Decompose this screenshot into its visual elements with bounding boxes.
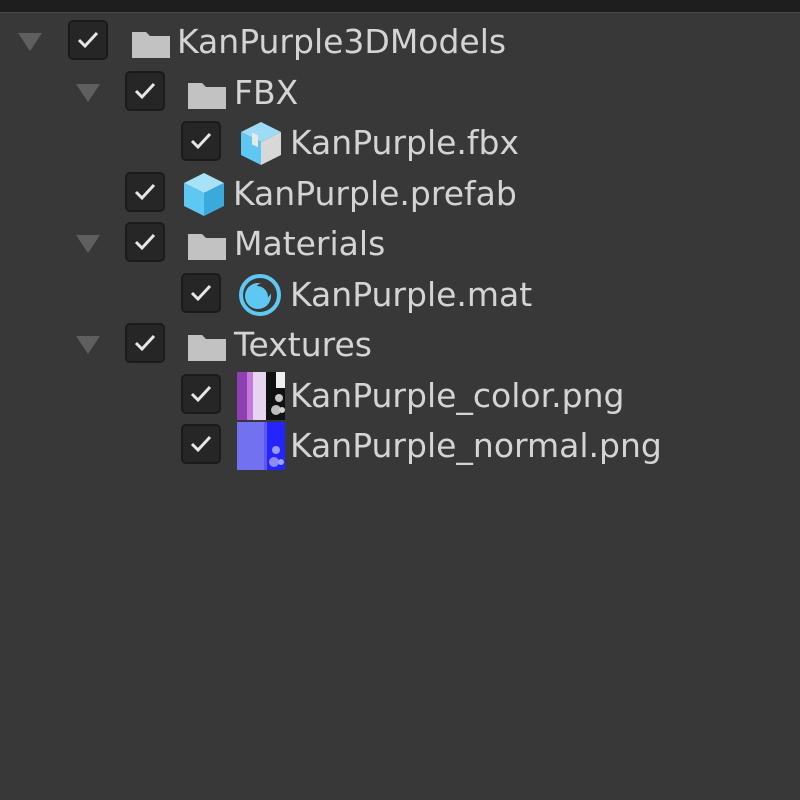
folder-icon xyxy=(182,220,232,268)
window-top-border xyxy=(0,0,800,13)
include-checkbox[interactable] xyxy=(125,222,165,262)
folder-icon xyxy=(182,321,232,369)
fbx-file-label: KanPurple.fbx xyxy=(290,123,520,162)
include-checkbox[interactable] xyxy=(125,171,165,212)
tree-row-mat-file[interactable]: KanPurple.mat xyxy=(0,268,800,319)
model-icon xyxy=(236,119,286,167)
tree-row-textures-folder[interactable]: Textures xyxy=(0,318,800,369)
foldout-arrow-icon[interactable] xyxy=(74,80,102,104)
include-checkbox[interactable] xyxy=(181,272,221,313)
include-checkbox[interactable] xyxy=(68,20,108,60)
material-icon xyxy=(236,271,286,319)
include-checkbox[interactable] xyxy=(125,323,165,363)
include-checkbox[interactable] xyxy=(125,70,165,111)
foldout-arrow-icon[interactable] xyxy=(16,29,44,53)
prefab-icon xyxy=(179,170,229,218)
tree-row-normal-texture[interactable]: KanPurple_normal.png xyxy=(0,419,800,470)
include-checkbox[interactable] xyxy=(181,373,221,414)
tree-row-prefab-file[interactable]: KanPurple.prefab xyxy=(0,167,800,218)
texture-thumbnail-icon xyxy=(236,422,286,470)
import-package-window: KanPurple3DModels FBX KanPurple.fbx KanP… xyxy=(0,0,800,800)
tree-row-materials-folder[interactable]: Materials xyxy=(0,217,800,268)
folder-icon xyxy=(126,18,176,66)
include-checkbox[interactable] xyxy=(181,424,221,464)
asset-tree: KanPurple3DModels FBX KanPurple.fbx KanP… xyxy=(0,15,800,470)
tree-row-fbx-file[interactable]: KanPurple.fbx xyxy=(0,116,800,167)
folder-icon xyxy=(182,69,232,117)
mat-file-label: KanPurple.mat xyxy=(290,274,533,314)
textures-folder-label: Textures xyxy=(234,325,372,364)
foldout-arrow-icon[interactable] xyxy=(74,332,102,356)
texture-thumbnail-icon xyxy=(236,371,286,420)
tree-row-color-texture[interactable]: KanPurple_color.png xyxy=(0,369,800,420)
include-checkbox[interactable] xyxy=(181,121,221,161)
foldout-arrow-icon[interactable] xyxy=(74,231,102,255)
fbx-folder-label: FBX xyxy=(234,72,299,112)
prefab-file-label: KanPurple.prefab xyxy=(233,173,517,213)
root-folder-label: KanPurple3DModels xyxy=(177,22,507,61)
color-texture-label: KanPurple_color.png xyxy=(290,375,625,415)
materials-folder-label: Materials xyxy=(234,224,386,263)
tree-row-root[interactable]: KanPurple3DModels xyxy=(0,15,800,66)
normal-texture-label: KanPurple_normal.png xyxy=(290,426,662,465)
tree-row-fbx-folder[interactable]: FBX xyxy=(0,66,800,117)
